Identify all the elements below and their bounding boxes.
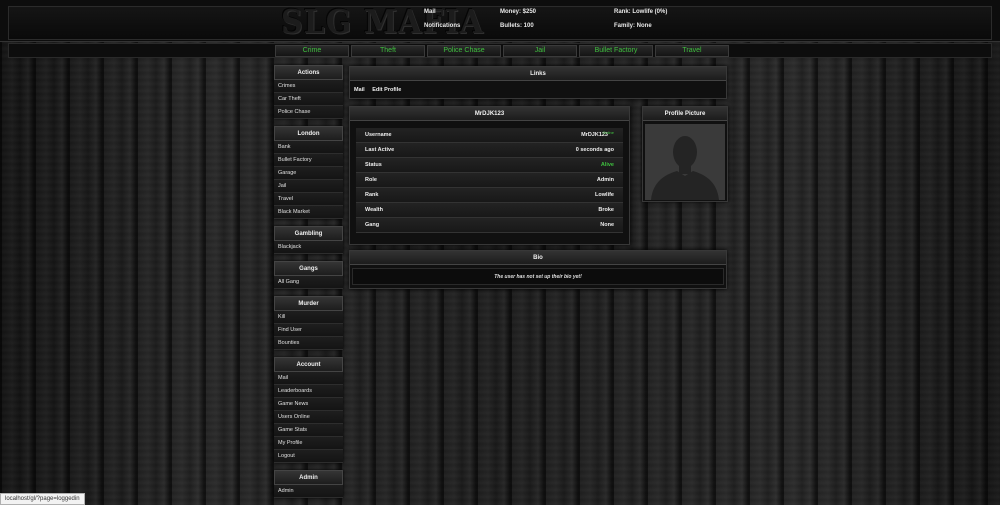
profile-row-role: Role Admin: [356, 173, 623, 188]
links-mail[interactable]: Mail: [354, 87, 365, 93]
profile-label: Username: [365, 132, 392, 138]
links-panel: Links Mail Edit Profile: [349, 66, 727, 99]
online-badge: Online: [602, 130, 614, 135]
sidebar-item-jail[interactable]: Jail: [274, 180, 343, 193]
profile-row-gang: Gang None: [356, 218, 623, 233]
profile-panel: MrDJK123 Username MrDJK123 Online Last A…: [349, 106, 630, 245]
sidebar-heading: London: [274, 126, 343, 141]
profile-row-rank: Rank Lowlife: [356, 188, 623, 203]
money-stat: Money: $250: [500, 9, 537, 15]
sidebar-item-travel[interactable]: Travel: [274, 193, 343, 206]
sidebar-item-black-market[interactable]: Black Market: [274, 206, 343, 219]
profile-value-status: Alive: [600, 162, 614, 168]
bio-panel-title: Bio: [350, 251, 726, 265]
sidebar-item-kill[interactable]: Kill: [274, 311, 343, 324]
profile-value-role: Admin: [596, 177, 614, 183]
sidebar-item-game-news[interactable]: Game News: [274, 398, 343, 411]
profile-label: Last Active: [365, 147, 395, 153]
sidebar-heading: Admin: [274, 470, 343, 485]
sidebar-section-account: Account Mail Leaderboards Game News User…: [274, 357, 343, 463]
rank-stat: Rank: Lowlife (0%): [614, 9, 668, 15]
profile-label: Gang: [365, 222, 380, 228]
sidebar-item-bounties[interactable]: Bounties: [274, 337, 343, 350]
sidebar-item-car-theft[interactable]: Car Theft: [274, 93, 343, 106]
profile-row-status: Status Alive: [356, 158, 623, 173]
profile-value-wealth: Broke: [598, 207, 614, 213]
profile-label: Wealth: [365, 207, 383, 213]
sidebar-item-garage[interactable]: Garage: [274, 167, 343, 180]
sidebar-section-murder: Murder Kill Find User Bounties: [274, 296, 343, 350]
mail-link[interactable]: Mail: [424, 9, 436, 15]
sidebar-section-gambling: Gambling Blackjack: [274, 226, 343, 254]
sidebar-item-find-user[interactable]: Find User: [274, 324, 343, 337]
notifications-link[interactable]: Notifications: [424, 23, 460, 29]
header: SLG MAFIA Mail Notifications Money: $250…: [0, 0, 1000, 42]
profile-value-last-active: 0 seconds ago: [575, 147, 614, 153]
profile-panel-title: MrDJK123: [350, 107, 629, 121]
sidebar-heading: Account: [274, 357, 343, 372]
browser-status-bar: localhost/gl/?page=loggedin: [0, 493, 85, 505]
main-nav: Crime Theft Police Chase Jail Bullet Fac…: [8, 43, 992, 58]
links-body: Mail Edit Profile: [350, 81, 726, 99]
bullets-stat: Bullets: 100: [500, 23, 534, 29]
profile-label: Rank: [365, 192, 379, 198]
bio-text: The user has not set up their bio yet!: [494, 274, 582, 280]
nav-theft[interactable]: Theft: [351, 45, 425, 57]
sidebar-item-mail[interactable]: Mail: [274, 372, 343, 385]
sidebar-heading: Murder: [274, 296, 343, 311]
nav-jail[interactable]: Jail: [503, 45, 577, 57]
sidebar-heading: Gambling: [274, 226, 343, 241]
bio-panel: Bio The user has not set up their bio ye…: [349, 250, 727, 289]
nav-bullet-factory[interactable]: Bullet Factory: [579, 45, 653, 57]
profile-value-gang: None: [600, 222, 614, 228]
sidebar-heading: Gangs: [274, 261, 343, 276]
sidebar-item-bullet-factory[interactable]: Bullet Factory: [274, 154, 343, 167]
sidebar-item-all-gang[interactable]: All Gang: [274, 276, 343, 289]
links-edit-profile[interactable]: Edit Profile: [372, 87, 401, 93]
sidebar-section-actions: Actions Crimes Car Theft Police Chase: [274, 65, 343, 119]
profile-label: Role: [365, 177, 377, 183]
sidebar-item-police-chase[interactable]: Police Chase: [274, 106, 343, 119]
profile-row-last-active: Last Active 0 seconds ago: [356, 143, 623, 158]
sidebar-item-admin[interactable]: Admin: [274, 485, 343, 498]
avatar[interactable]: [645, 124, 725, 200]
profile-row-username: Username MrDJK123 Online: [356, 128, 623, 143]
nav-police-chase[interactable]: Police Chase: [427, 45, 501, 57]
profile-value-rank: Lowlife: [595, 192, 614, 198]
sidebar-section-admin: Admin Admin: [274, 470, 343, 498]
sidebar-item-users-online[interactable]: Users Online: [274, 411, 343, 424]
bio-box: The user has not set up their bio yet!: [352, 268, 724, 285]
sidebar-item-bank[interactable]: Bank: [274, 141, 343, 154]
profile-table: Username MrDJK123 Online Last Active 0 s…: [350, 121, 629, 233]
sidebar-item-blackjack[interactable]: Blackjack: [274, 241, 343, 254]
nav-travel[interactable]: Travel: [655, 45, 729, 57]
profile-row-wealth: Wealth Broke: [356, 203, 623, 218]
sidebar: Actions Crimes Car Theft Police Chase Lo…: [274, 65, 343, 505]
avatar-silhouette-icon: [645, 124, 725, 200]
profile-picture-panel: Profile Picture: [642, 106, 728, 202]
nav-crime[interactable]: Crime: [275, 45, 349, 57]
sidebar-item-my-profile[interactable]: My Profile: [274, 437, 343, 450]
family-stat: Family: None: [614, 23, 652, 29]
sidebar-item-leaderboards[interactable]: Leaderboards: [274, 385, 343, 398]
links-panel-title: Links: [350, 67, 726, 81]
sidebar-section-london: London Bank Bullet Factory Garage Jail T…: [274, 126, 343, 219]
profile-picture-title: Profile Picture: [643, 107, 727, 121]
sidebar-item-crimes[interactable]: Crimes: [274, 80, 343, 93]
sidebar-section-gangs: Gangs All Gang: [274, 261, 343, 289]
sidebar-item-logout[interactable]: Logout: [274, 450, 343, 463]
profile-label: Status: [365, 162, 382, 168]
sidebar-heading: Actions: [274, 65, 343, 80]
sidebar-item-game-stats[interactable]: Game Stats: [274, 424, 343, 437]
